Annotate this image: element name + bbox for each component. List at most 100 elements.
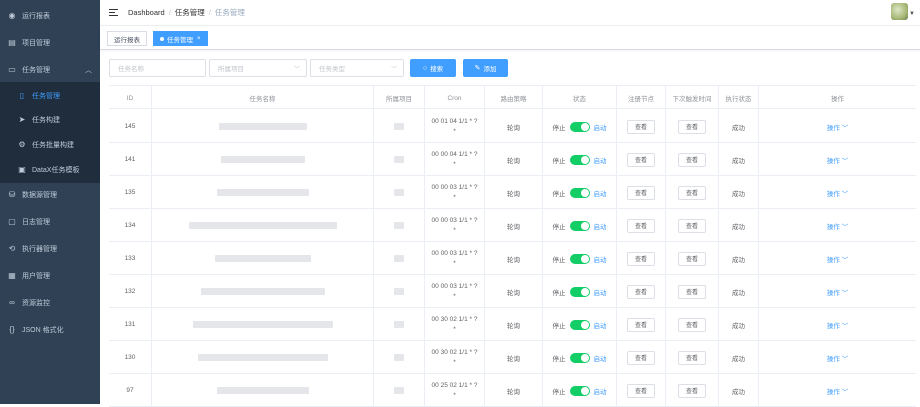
sidebar-item-project[interactable]: ▤ 项目管理 bbox=[0, 29, 100, 56]
status-toggle[interactable] bbox=[569, 286, 590, 297]
sidebar-item-dashboard[interactable]: ◉ 运行报表 bbox=[0, 2, 100, 29]
table-row: 145 00 01 04 1/1 * ? * 轮询 停止 启动 查看 查看 成功… bbox=[109, 110, 916, 143]
tag-task-management[interactable]: 任务管理 × bbox=[153, 31, 208, 46]
table-row: 132 00 00 03 1/1 * ? * 轮询 停止 启动 查看 查看 成功… bbox=[109, 275, 916, 308]
sidebar-item-task-build[interactable]: ➤ 任务构建 bbox=[0, 106, 100, 133]
view-next-trigger-button[interactable]: 查看 bbox=[677, 185, 706, 200]
hamburger-icon[interactable] bbox=[109, 9, 118, 16]
view-node-button[interactable]: 查看 bbox=[626, 152, 655, 167]
status-toggle[interactable] bbox=[569, 385, 590, 396]
action-dropdown[interactable]: 操作 ﹀ bbox=[827, 287, 848, 297]
status-start-label: 启动 bbox=[593, 256, 607, 264]
log-icon: ▢ bbox=[8, 217, 16, 226]
tag-label: 运行报表 bbox=[114, 36, 140, 44]
status-toggle[interactable] bbox=[569, 121, 590, 132]
column-header-project: 所属项目 bbox=[374, 86, 425, 110]
cell-node: 查看 bbox=[617, 308, 666, 341]
status-toggle[interactable] bbox=[569, 220, 590, 231]
action-label: 操作 bbox=[826, 322, 840, 330]
action-dropdown[interactable]: 操作 ﹀ bbox=[827, 188, 848, 198]
cell-action: 操作 ﹀ bbox=[759, 242, 916, 275]
close-icon[interactable]: × bbox=[197, 36, 201, 42]
sidebar-item-resource-monitor[interactable]: ∞ 资源监控 bbox=[0, 289, 100, 316]
action-dropdown[interactable]: 操作 ﹀ bbox=[827, 122, 848, 132]
cell-action: 操作 ﹀ bbox=[759, 374, 916, 407]
action-dropdown[interactable]: 操作 ﹀ bbox=[827, 320, 848, 330]
sidebar-item-label: 资源监控 bbox=[22, 299, 50, 307]
view-next-trigger-button[interactable]: 查看 bbox=[677, 350, 706, 365]
column-header-action: 操作 bbox=[831, 96, 844, 103]
view-next-trigger-button[interactable]: 查看 bbox=[677, 251, 706, 266]
status-toggle[interactable] bbox=[569, 253, 590, 264]
caret-down-icon[interactable]: ▼ bbox=[909, 11, 915, 17]
view-node-button[interactable]: 查看 bbox=[626, 185, 655, 200]
redacted-text bbox=[200, 288, 325, 295]
tag-dashboard[interactable]: 运行报表 bbox=[107, 31, 147, 46]
sidebar-item-datasource[interactable]: ⛁ 数据源管理 bbox=[0, 181, 100, 208]
redacted-text bbox=[197, 354, 328, 361]
cell-id: 133 bbox=[109, 242, 152, 275]
cell-cron: 00 30 02 1/1 * ? * bbox=[425, 341, 485, 374]
status-toggle[interactable] bbox=[569, 352, 590, 363]
database-icon: ⛁ bbox=[8, 190, 16, 199]
sidebar-item-json-format[interactable]: {} JSON 格式化 bbox=[0, 316, 100, 343]
chevron-down-icon: ﹀ bbox=[841, 124, 849, 132]
sidebar-item-label: 任务管理 bbox=[22, 66, 50, 74]
redacted-text bbox=[394, 288, 404, 295]
view-node-button[interactable]: 查看 bbox=[626, 284, 655, 299]
status-toggle[interactable] bbox=[569, 154, 590, 165]
status-toggle[interactable] bbox=[569, 319, 590, 330]
task-type-select[interactable]: 任务类型 ﹀ bbox=[310, 59, 404, 77]
breadcrumb-dashboard[interactable]: Dashboard bbox=[128, 8, 165, 17]
chevron-down-icon: ﹀ bbox=[293, 66, 300, 73]
view-node-button[interactable]: 查看 bbox=[626, 119, 655, 134]
cell-task-name bbox=[152, 110, 374, 143]
project-placeholder: 所属项目 bbox=[218, 66, 244, 73]
redacted-text bbox=[394, 255, 404, 262]
view-node-button[interactable]: 查看 bbox=[626, 218, 655, 233]
monitor-icon: ▭ bbox=[8, 65, 16, 74]
sidebar-item-task-list[interactable]: ▯ 任务管理 bbox=[0, 82, 100, 109]
view-next-trigger-button[interactable]: 查看 bbox=[677, 383, 706, 398]
add-button-label: 添加 bbox=[483, 66, 497, 73]
action-dropdown[interactable]: 操作 ﹀ bbox=[827, 353, 848, 363]
action-dropdown[interactable]: 操作 ﹀ bbox=[827, 155, 848, 165]
sidebar-item-datax-template[interactable]: ▣ DataX任务模板 bbox=[0, 156, 100, 183]
sidebar-item-batch-build[interactable]: ⚙ 任务批量构建 bbox=[0, 131, 100, 158]
column-header-exec-status: 执行状态 bbox=[719, 86, 759, 110]
sidebar-item-executor[interactable]: ⟲ 执行器管理 bbox=[0, 235, 100, 262]
action-dropdown[interactable]: 操作 ﹀ bbox=[827, 254, 848, 264]
chevron-down-icon: ﹀ bbox=[841, 289, 849, 297]
cell-next-trigger: 查看 bbox=[666, 275, 719, 308]
add-button[interactable]: ✎ 添加 bbox=[463, 59, 508, 77]
sidebar-item-task-management[interactable]: ▭ 任务管理 ︿ bbox=[0, 56, 100, 83]
view-next-trigger-button[interactable]: 查看 bbox=[677, 152, 706, 167]
column-header-status: 状态 bbox=[543, 86, 617, 110]
status-start-label: 启动 bbox=[593, 124, 607, 132]
view-next-trigger-button[interactable]: 查看 bbox=[677, 317, 706, 332]
view-next-trigger-button[interactable]: 查看 bbox=[677, 284, 706, 299]
cell-project bbox=[374, 341, 425, 374]
view-node-button[interactable]: 查看 bbox=[626, 350, 655, 365]
action-dropdown[interactable]: 操作 ﹀ bbox=[827, 386, 848, 396]
view-next-trigger-button[interactable]: 查看 bbox=[677, 119, 706, 134]
cell-status: 停止 启动 bbox=[543, 341, 617, 374]
project-select[interactable]: 所属项目 ﹀ bbox=[209, 59, 307, 77]
view-node-button[interactable]: 查看 bbox=[626, 251, 655, 266]
action-label: 操作 bbox=[826, 289, 840, 297]
cell-project bbox=[374, 275, 425, 308]
view-node-button[interactable]: 查看 bbox=[626, 383, 655, 398]
action-label: 操作 bbox=[826, 388, 840, 396]
cell-exec-status: 成功 bbox=[719, 308, 759, 341]
sidebar-item-user[interactable]: ▦ 用户管理 bbox=[0, 262, 100, 289]
redacted-text bbox=[192, 321, 333, 328]
chevron-down-icon: ﹀ bbox=[841, 322, 849, 330]
view-next-trigger-button[interactable]: 查看 bbox=[677, 218, 706, 233]
view-node-button[interactable]: 查看 bbox=[626, 317, 655, 332]
action-dropdown[interactable]: 操作 ﹀ bbox=[827, 221, 848, 231]
status-toggle[interactable] bbox=[569, 187, 590, 198]
sidebar-item-log[interactable]: ▢ 日志管理 bbox=[0, 208, 100, 235]
search-button[interactable]: ○ 搜索 bbox=[410, 59, 456, 77]
avatar[interactable] bbox=[891, 3, 908, 20]
task-name-input[interactable]: 任务名称 bbox=[109, 59, 206, 77]
